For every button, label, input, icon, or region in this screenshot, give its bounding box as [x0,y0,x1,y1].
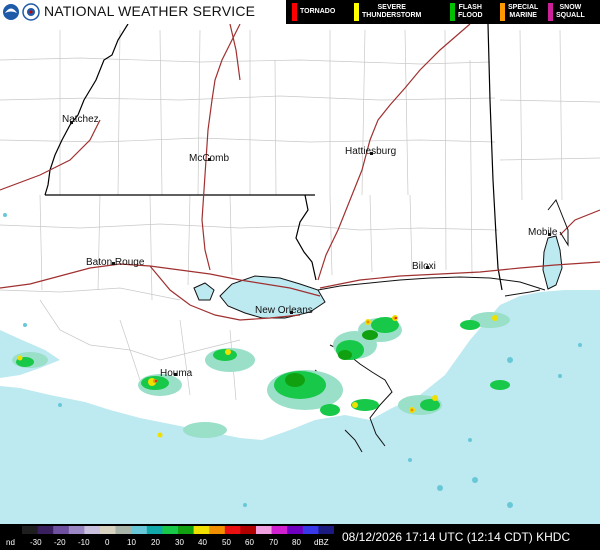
scale-swatch [240,526,257,534]
scale-swatch [287,526,304,534]
warning-line2: FLOOD [458,12,483,19]
warning-line2: SQUALL [556,12,585,19]
scale-tick: 0 [105,538,110,547]
scale-tick: -20 [54,538,66,547]
scale-tick: 20 [151,538,160,547]
scale-swatch [302,526,319,534]
scale-swatch [115,526,132,534]
timestamp: 08/12/2026 17:14 UTC (12:14 CDT) KHDC [342,530,571,544]
scale-tick: nd [6,538,15,547]
noaa-logo [3,4,19,20]
radar-map[interactable] [0,0,600,550]
dbz-color-scale [22,526,334,534]
warning-item-severe-thunderstorm: SEVERE THUNDERSTORM [354,0,430,24]
scale-swatch [318,526,334,534]
scale-tick: 80 [292,538,301,547]
nws-logo [22,3,40,21]
scale-tick: 30 [175,538,184,547]
warning-item-flash-flood: FLASH FLOOD [450,0,490,24]
city-baton-rouge: Baton Rouge [86,257,145,268]
city-biloxi: Biloxi [412,261,436,272]
scale-swatch [68,526,85,534]
scale-swatch [100,526,116,534]
footer-bar: nd -30 -20 -10 0 10 20 30 40 50 60 70 80… [0,524,600,550]
warning-line1: FLASH [458,4,482,11]
scale-swatch [162,526,179,534]
city-mccomb: McComb [189,153,230,164]
city-natchez: Natchez [62,114,99,125]
scale-swatch [224,526,241,534]
snow-squall-swatch [548,3,553,21]
warning-legend: TORNADO SEVERE THUNDERSTORM FLASH FLOOD SP… [286,0,600,24]
tornado-swatch [292,3,297,21]
scale-tick: dBZ [314,538,329,547]
scale-swatch [178,526,194,534]
flash-flood-swatch [450,3,455,21]
severe-thunderstorm-swatch [354,3,359,21]
warning-line2: THUNDERSTORM [362,12,422,19]
city-mobile: Mobile [528,227,558,238]
warning-item-special-marine: SPECIAL MARINE [500,0,544,24]
warning-item-tornado: TORNADO [292,0,350,24]
warning-line1: SEVERE [377,4,406,11]
warning-item-snow-squall: SNOW SQUALL [548,0,594,24]
mobile-bay [542,235,563,290]
city-hattiesburg: Hattiesburg [345,146,397,157]
scale-swatch [84,526,101,534]
scale-tick: 50 [222,538,231,547]
agency-logos [3,3,40,21]
scale-swatch [37,526,54,534]
page-title: NATIONAL WEATHER SERVICE [44,3,256,19]
highways [0,23,600,321]
header-bar: NATIONAL WEATHER SERVICE TORNADO SEVERE T… [0,0,600,24]
scale-swatch [209,526,226,534]
scale-swatch [146,526,163,534]
scale-swatch [193,526,210,534]
scale-swatch [131,526,148,534]
scale-swatch [256,526,272,534]
scale-tick: 70 [269,538,278,547]
lake-maurepas [193,282,215,301]
special-marine-swatch [500,3,505,21]
warning-line1: SPECIAL [508,4,539,11]
scale-tick: -30 [30,538,42,547]
warning-line2: MARINE [509,12,537,19]
scale-swatch [271,526,288,534]
warning-line1: TORNADO [300,8,336,15]
city-new-orleans: New Orleans [255,305,313,316]
scale-tick: 60 [245,538,254,547]
scale-tick: 10 [127,538,136,547]
warning-line1: SNOW [559,4,582,11]
scale-tick: 40 [198,538,207,547]
city-houma: Houma [160,368,193,379]
scale-swatch [22,526,38,534]
scale-swatch [53,526,70,534]
scale-tick: -10 [78,538,90,547]
